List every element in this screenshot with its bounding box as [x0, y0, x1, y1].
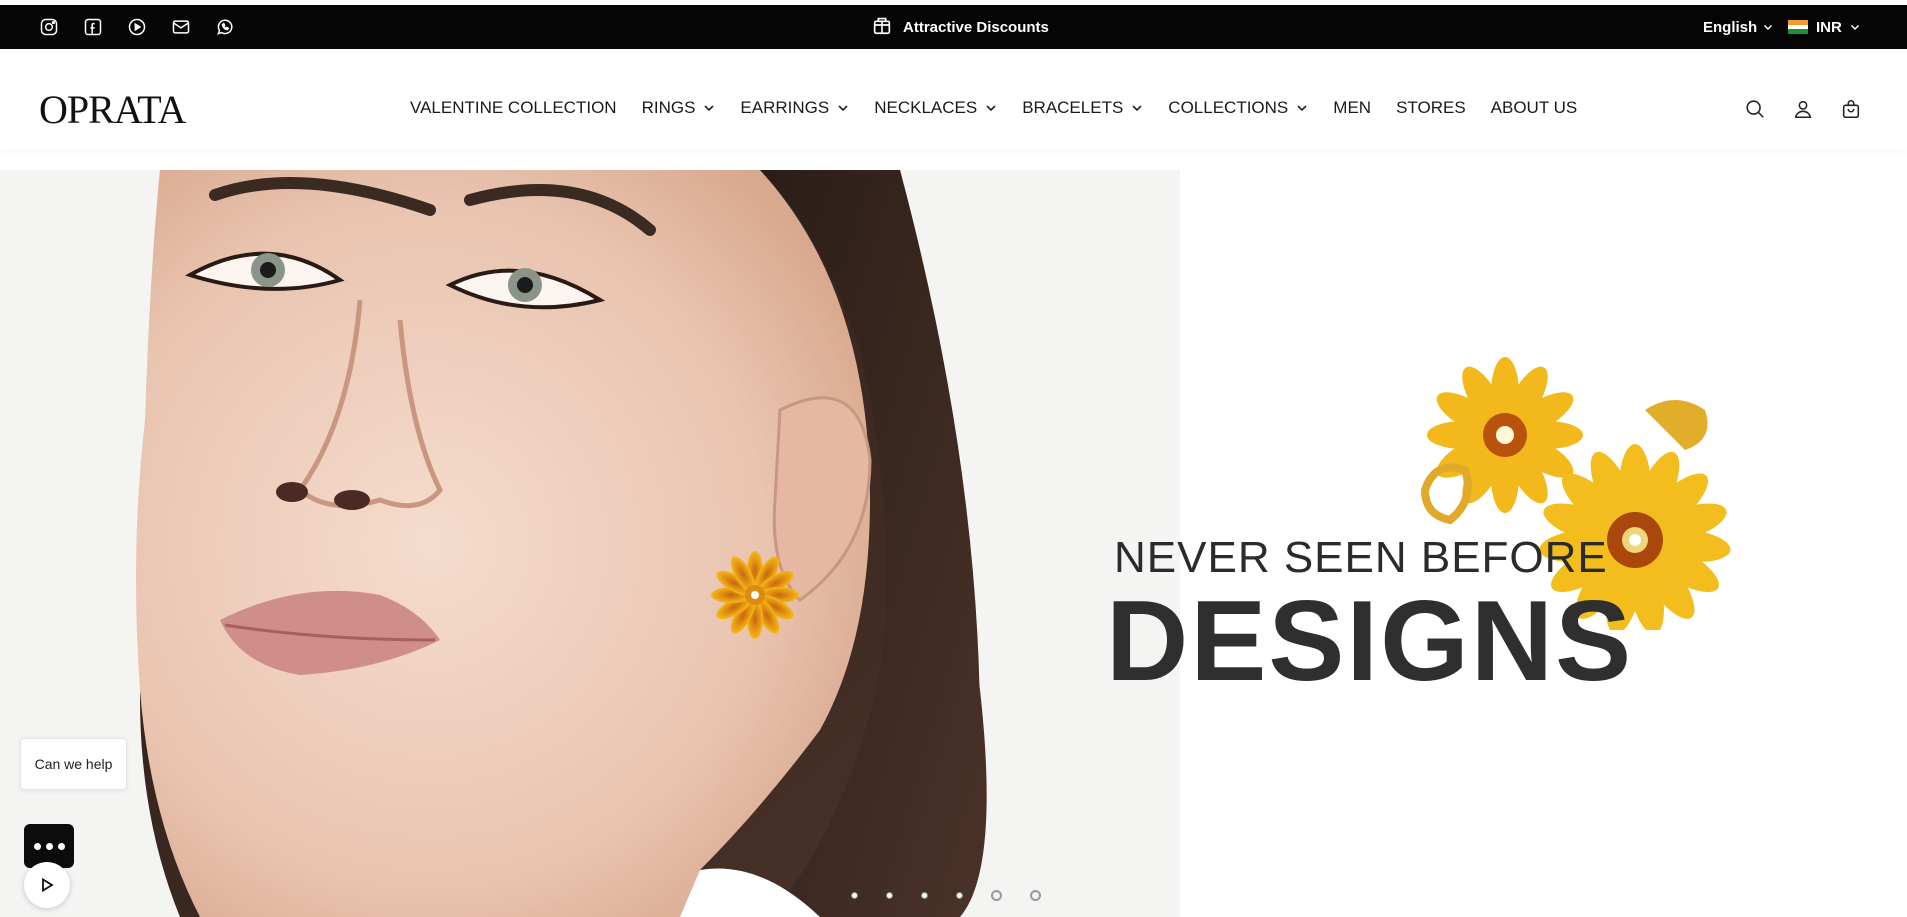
- carousel-dot[interactable]: [991, 890, 1002, 901]
- language-selector[interactable]: English: [1703, 5, 1773, 49]
- nav-men[interactable]: MEN: [1333, 98, 1371, 118]
- nav-label: NECKLACES: [874, 98, 978, 117]
- announcement[interactable]: Attractive Discounts: [871, 5, 1049, 49]
- search-icon[interactable]: [1744, 98, 1766, 120]
- video-play-button[interactable]: [24, 862, 70, 908]
- brand-logo[interactable]: OPRATA: [39, 90, 186, 130]
- nav-rings[interactable]: RINGS: [642, 98, 716, 118]
- carousel-dot[interactable]: [956, 892, 963, 899]
- whatsapp-icon[interactable]: [213, 15, 237, 39]
- header-actions: [1744, 98, 1862, 120]
- nav-label: VALENTINE COLLECTION: [410, 98, 617, 117]
- language-label: English: [1703, 18, 1758, 36]
- chat-prompt[interactable]: Can we help: [20, 738, 127, 790]
- hero-banner[interactable]: NEVER SEEN BEFORE DESIGNS: [0, 170, 1907, 917]
- account-icon[interactable]: [1792, 98, 1814, 120]
- chevron-down-icon: [1132, 105, 1142, 112]
- hero-subheading: NEVER SEEN BEFORE: [1114, 533, 1608, 582]
- nav-label: RINGS: [641, 98, 696, 117]
- nav-stores[interactable]: STORES: [1396, 98, 1466, 118]
- nav-valentine-collection[interactable]: VALENTINE COLLECTION: [410, 98, 617, 118]
- nav-label: STORES: [1396, 98, 1466, 117]
- site-header: OPRATA VALENTINE COLLECTION RINGS EARRIN…: [0, 49, 1907, 150]
- chat-prompt-text: Can we help: [34, 756, 113, 772]
- carousel-dot[interactable]: [886, 892, 893, 899]
- nav-necklaces[interactable]: NECKLACES: [874, 98, 997, 118]
- india-flag-icon: [1788, 20, 1808, 35]
- cart-bag-icon[interactable]: [1840, 98, 1862, 120]
- chevron-down-icon: [986, 105, 996, 112]
- hero-model-image: [0, 170, 1180, 917]
- nav-label: ABOUT US: [1490, 98, 1578, 117]
- nav-bracelets[interactable]: BRACELETS: [1022, 98, 1143, 118]
- nav-label: MEN: [1333, 98, 1372, 117]
- social-links: [37, 5, 237, 49]
- chat-dot: [45, 842, 53, 850]
- nav-label: BRACELETS: [1022, 98, 1124, 117]
- nav-label: COLLECTIONS: [1168, 98, 1289, 117]
- chat-dot: [57, 842, 65, 850]
- chat-dot: [33, 842, 41, 850]
- announcement-text: Attractive Discounts: [903, 18, 1049, 36]
- chevron-down-icon: [704, 105, 714, 112]
- play-icon: [42, 877, 54, 893]
- nav-label: EARRINGS: [740, 98, 830, 117]
- nav-earrings[interactable]: EARRINGS: [740, 98, 849, 118]
- nav-about-us[interactable]: ABOUT US: [1491, 98, 1578, 118]
- carousel-dot[interactable]: [921, 892, 928, 899]
- chevron-down-icon: [1764, 24, 1773, 31]
- carousel-dot[interactable]: [1030, 890, 1041, 901]
- instagram-icon[interactable]: [37, 15, 61, 39]
- chevron-down-icon: [1297, 105, 1307, 112]
- carousel-dot[interactable]: [851, 892, 858, 899]
- gift-icon: [871, 14, 893, 40]
- youtube-icon[interactable]: [125, 15, 149, 39]
- main-nav: VALENTINE COLLECTION RINGS EARRINGS NECK…: [410, 49, 1602, 167]
- mail-icon[interactable]: [169, 15, 193, 39]
- chevron-down-icon: [1850, 24, 1859, 31]
- chevron-down-icon: [838, 105, 848, 112]
- currency-selector[interactable]: INR: [1788, 5, 1860, 49]
- hero-heading: DESIGNS: [1106, 578, 1634, 705]
- announcement-bar: Attractive Discounts English INR: [0, 5, 1907, 49]
- carousel-pagination: [851, 890, 1041, 901]
- nav-collections[interactable]: COLLECTIONS: [1168, 98, 1308, 118]
- currency-label: INR: [1816, 18, 1842, 36]
- facebook-icon[interactable]: [81, 15, 105, 39]
